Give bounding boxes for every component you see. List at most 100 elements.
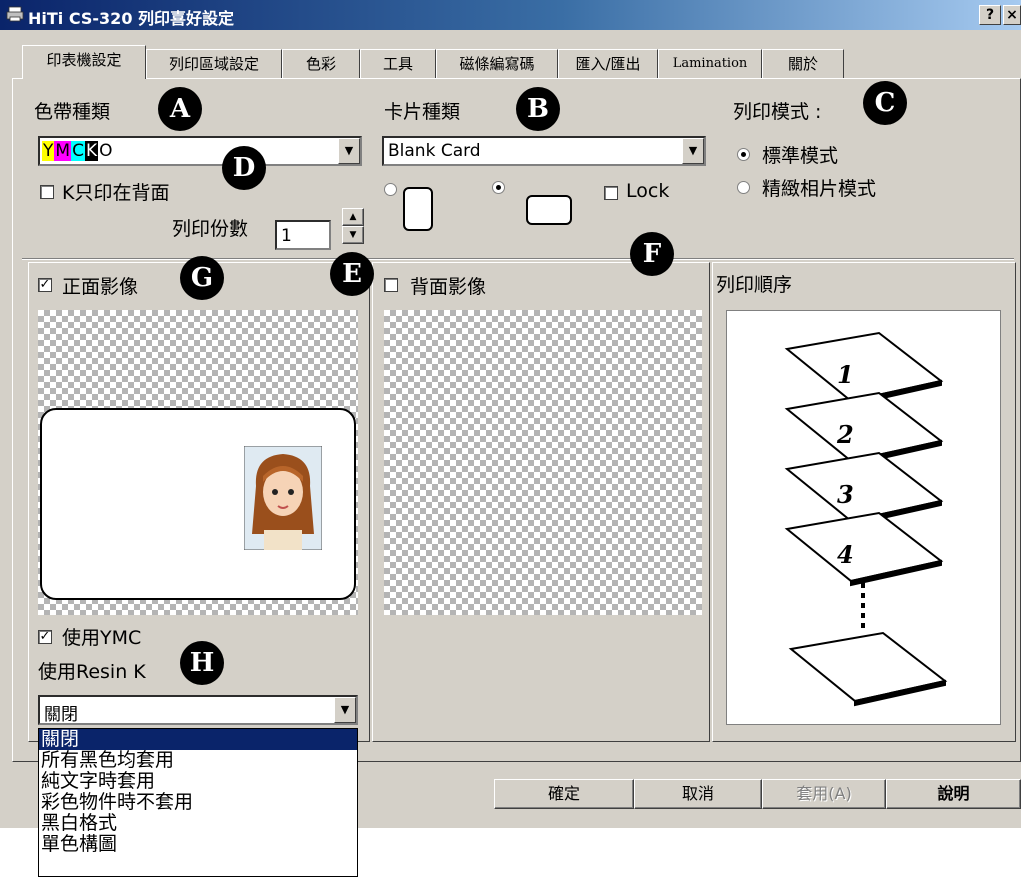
front-image-preview	[38, 310, 358, 615]
annotation-marker-c: C	[863, 81, 907, 125]
lock-label: Lock	[626, 180, 670, 202]
copies-down-button[interactable]: ▼	[342, 226, 364, 244]
tab-about[interactable]: 關於	[762, 49, 844, 79]
tab-tools[interactable]: 工具	[360, 49, 436, 79]
ribbon-part: M	[54, 141, 72, 161]
copies-up-button[interactable]: ▲	[342, 208, 364, 226]
stacked-cards-icon: 1 2 3 4	[784, 331, 948, 707]
section-divider	[22, 258, 1014, 260]
tab-label: 印表機設定	[46, 51, 122, 69]
back-image-preview	[384, 310, 702, 615]
tab-label: 色彩	[305, 55, 336, 73]
tab-lamination[interactable]: Lamination	[658, 49, 762, 79]
card-type-value: Blank Card	[388, 141, 481, 161]
standard-mode-label: 標準模式	[762, 145, 839, 167]
close-icon: ×	[1006, 7, 1018, 23]
help-button[interactable]: 說明	[886, 779, 1021, 809]
resin-k-select[interactable]: 關閉 ▼	[38, 695, 358, 725]
annotation-marker-g: G	[180, 256, 224, 300]
front-image-label: 正面影像	[62, 276, 139, 298]
tab-magnetic-encoding[interactable]: 磁條編寫碼	[436, 49, 558, 79]
arrow-up-icon: ▲	[349, 212, 357, 222]
ok-button[interactable]: 確定	[494, 779, 634, 809]
ribbon-type-label: 色帶種類	[34, 101, 111, 123]
ok-label: 確定	[547, 784, 580, 803]
help-label: 說明	[937, 784, 970, 803]
ribbon-part: K	[84, 141, 99, 161]
dropdown-option[interactable]: 純文字時套用	[39, 771, 357, 792]
tab-printer-settings[interactable]: 印表機設定	[22, 45, 146, 79]
dropdown-option[interactable]: 關閉	[39, 729, 357, 750]
printer-icon	[6, 6, 24, 22]
ribbon-part: O	[98, 141, 114, 161]
tab-label: 工具	[382, 55, 413, 73]
annotation-marker-a: A	[158, 87, 202, 131]
arrow-down-icon: ▼	[349, 230, 357, 240]
ribbon-type-select[interactable]: YMCKO ▼	[38, 136, 362, 166]
print-order-step-4: 4	[837, 540, 854, 569]
annotation-marker-f: F	[630, 232, 674, 276]
ribbon-part: C	[71, 141, 85, 161]
landscape-card-icon	[526, 195, 572, 225]
portrait-card-icon	[403, 187, 433, 231]
copies-label: 列印份數	[172, 218, 249, 240]
tab-print-area[interactable]: 列印區域設定	[146, 49, 282, 79]
copies-input[interactable]: 1	[275, 220, 331, 250]
cancel-button[interactable]: 取消	[634, 779, 762, 809]
print-order-label: 列印順序	[716, 274, 793, 296]
annotation-marker-e: E	[330, 252, 374, 296]
help-title-button[interactable]: ?	[979, 5, 1001, 25]
resin-k-dropdown-list[interactable]: 關閉 所有黑色均套用 純文字時套用 彩色物件時不套用 黑白格式 單色構圖	[38, 728, 358, 877]
standard-mode-radio[interactable]	[737, 148, 750, 161]
front-image-checkbox[interactable]: ✓	[38, 278, 52, 292]
card-type-select[interactable]: Blank Card ▼	[382, 136, 706, 166]
apply-button[interactable]: 套用(A)	[762, 779, 886, 809]
dropdown-option[interactable]: 所有黑色均套用	[39, 750, 357, 771]
print-mode-label: 列印模式 :	[733, 101, 822, 123]
fine-photo-mode-label: 精緻相片模式	[762, 178, 877, 200]
lock-checkbox[interactable]	[604, 186, 618, 200]
print-order-step-1: 1	[837, 360, 854, 389]
tab-import-export[interactable]: 匯入/匯出	[558, 49, 658, 79]
k-back-only-label: K只印在背面	[62, 182, 170, 204]
tab-label: 匯入/匯出	[575, 55, 641, 73]
back-image-label: 背面影像	[410, 276, 487, 298]
chevron-down-icon[interactable]: ▼	[338, 138, 360, 164]
chevron-down-icon[interactable]: ▼	[682, 138, 704, 164]
back-image-checkbox[interactable]	[384, 278, 398, 292]
annotation-marker-b: B	[516, 87, 560, 131]
annotation-marker-d: D	[222, 146, 266, 190]
dropdown-option[interactable]: 黑白格式	[39, 813, 357, 834]
use-ymc-label: 使用YMC	[62, 627, 142, 649]
ribbon-part: Y	[42, 141, 55, 161]
tab-label: Lamination	[672, 56, 748, 71]
print-order-step-2: 2	[836, 420, 854, 449]
dropdown-option[interactable]: 單色構圖	[39, 834, 357, 855]
annotation-marker-h: H	[180, 641, 224, 685]
use-ymc-checkbox[interactable]: ✓	[38, 630, 52, 644]
front-card-preview	[40, 408, 356, 600]
chevron-down-icon[interactable]: ▼	[334, 697, 356, 723]
tab-label: 列印區域設定	[168, 55, 259, 73]
tab-label: 磁條編寫碼	[459, 55, 535, 73]
close-button[interactable]: ×	[1003, 5, 1021, 25]
print-order-step-3: 3	[837, 480, 854, 509]
fine-photo-mode-radio[interactable]	[737, 181, 750, 194]
cancel-label: 取消	[681, 784, 714, 803]
landscape-orientation-radio[interactable]	[492, 181, 505, 194]
tab-color[interactable]: 色彩	[282, 49, 360, 79]
help-icon: ?	[985, 7, 995, 23]
dropdown-option[interactable]: 彩色物件時不套用	[39, 792, 357, 813]
card-type-label: 卡片種類	[384, 101, 461, 123]
k-back-only-checkbox[interactable]	[40, 185, 54, 199]
portrait-orientation-radio[interactable]	[384, 183, 397, 196]
copies-value: 1	[281, 226, 292, 246]
tab-label: 關於	[787, 55, 818, 73]
print-order-diagram: 1 2 3 4	[726, 310, 1001, 725]
title-bar: HiTi CS-320 列印喜好設定 ? ×	[0, 0, 1021, 30]
ribbon-selected-value: YMCKO	[42, 140, 114, 162]
resin-k-value: 關閉	[44, 705, 78, 725]
apply-label: 套用(A)	[796, 784, 852, 803]
resin-k-label: 使用Resin K	[38, 661, 146, 683]
window-title: HiTi CS-320 列印喜好設定	[28, 9, 235, 28]
